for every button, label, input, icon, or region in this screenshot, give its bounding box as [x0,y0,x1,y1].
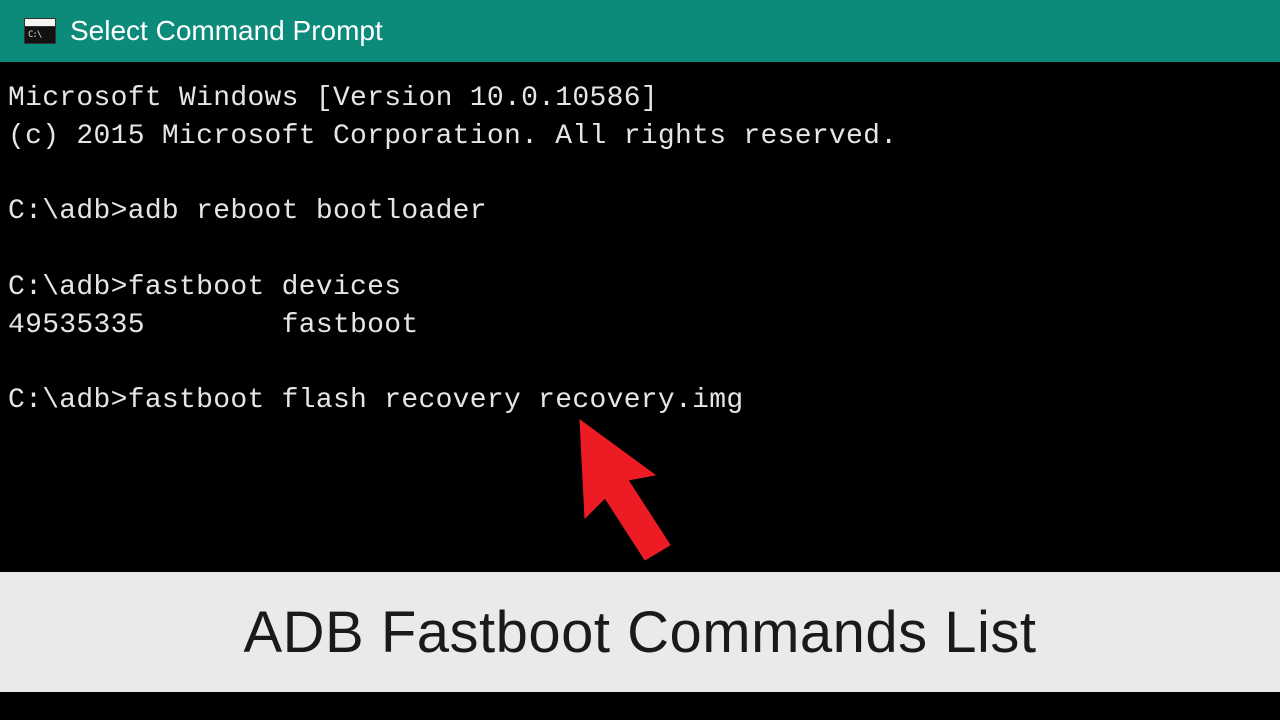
terminal-line: (c) 2015 Microsoft Corporation. All righ… [8,121,897,152]
terminal-line: 49535335 fastboot [8,310,418,341]
terminal-line: C:\adb>fastboot flash recovery recovery.… [8,385,743,416]
command-prompt-window: C:\ Select Command Prompt Microsoft Wind… [0,0,1280,720]
terminal-line: C:\adb>adb reboot bootloader [8,196,487,227]
caption-text: ADB Fastboot Commands List [243,599,1036,666]
cmd-icon: C:\ [24,18,56,44]
terminal-output[interactable]: Microsoft Windows [Version 10.0.10586] (… [0,62,1280,428]
terminal-line: C:\adb>fastboot devices [8,272,401,303]
titlebar[interactable]: C:\ Select Command Prompt [0,0,1280,62]
caption-banner: ADB Fastboot Commands List [0,572,1280,692]
bottom-strip [0,692,1280,720]
window-title: Select Command Prompt [70,15,383,47]
terminal-line: Microsoft Windows [Version 10.0.10586] [8,83,658,114]
